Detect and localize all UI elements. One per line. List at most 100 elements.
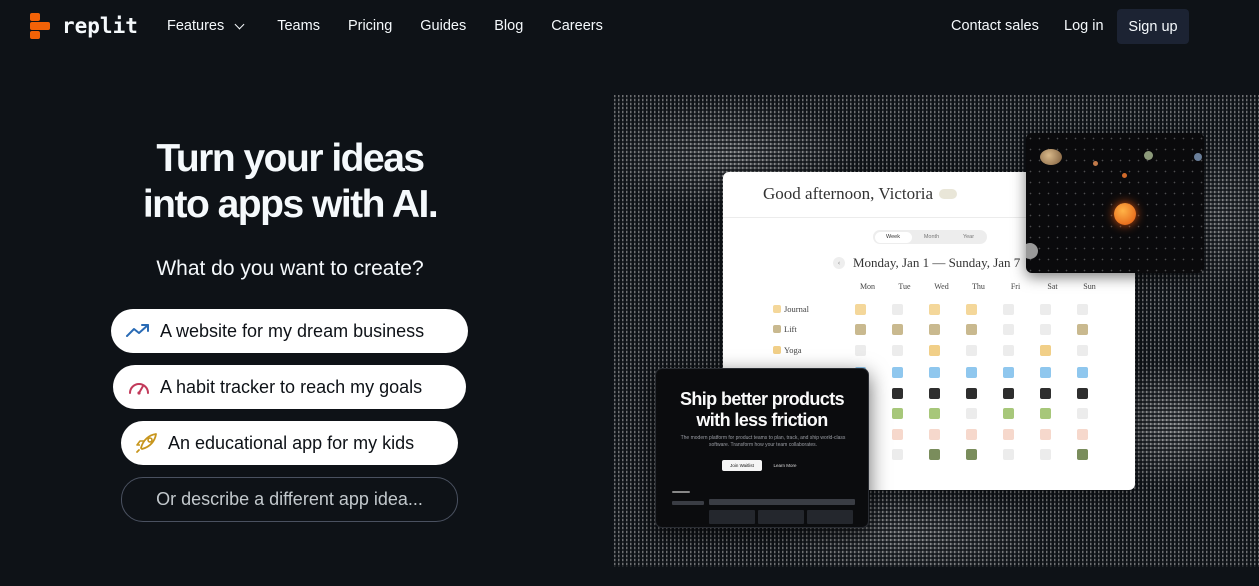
planet-icon	[1093, 161, 1098, 166]
planet-icon	[1144, 151, 1153, 160]
view-tab-month: Month	[923, 234, 940, 240]
habit-cell	[929, 388, 940, 399]
suggestion-educational-app[interactable]: An educational app for my kids	[121, 421, 458, 465]
habit-cell	[1003, 304, 1014, 315]
date-range: ‹ Monday, Jan 1 — Sunday, Jan 7	[833, 255, 1020, 271]
habit-yoga: Yoga	[773, 345, 802, 355]
hero-title-line2: into apps with AI.	[142, 183, 439, 226]
habit-journal-label: Journal	[784, 304, 810, 314]
habit-cell	[855, 345, 866, 356]
habit-cell	[966, 388, 977, 399]
describe-app-idea-button[interactable]: Or describe a different app idea...	[121, 477, 458, 522]
habit-cell	[892, 367, 903, 378]
nav-careers[interactable]: Careers	[551, 18, 603, 34]
weather-cloud-icon	[939, 184, 958, 199]
journal-icon	[773, 305, 781, 313]
habit-cell	[892, 388, 903, 399]
habit-cell	[1040, 345, 1051, 356]
habit-cell	[966, 408, 977, 419]
product-landing-preview: Ship better products with less friction …	[655, 368, 869, 528]
weekday-label: Sun	[1083, 282, 1096, 291]
habit-cell	[1077, 324, 1088, 335]
moon-icon	[1026, 243, 1038, 259]
habit-cell	[929, 345, 940, 356]
product-preview-description: The modern platform for product teams to…	[680, 435, 846, 448]
date-range-label: Monday, Jan 1 — Sunday, Jan 7	[853, 255, 1021, 270]
replit-logo[interactable]: replit	[30, 13, 138, 39]
contact-sales-link[interactable]: Contact sales	[951, 18, 1039, 34]
habit-cell	[1077, 367, 1088, 378]
dumbbell-icon	[773, 325, 781, 333]
habit-cell	[929, 449, 940, 460]
hero-title-line1: Turn your ideas	[156, 137, 425, 180]
habit-cell	[1077, 408, 1088, 419]
habit-yoga-label: Yoga	[784, 345, 802, 355]
hero-subtitle: What do you want to create?	[156, 257, 424, 280]
habit-cell	[1077, 345, 1088, 356]
habit-cell	[1077, 449, 1088, 460]
preview-card	[758, 510, 804, 524]
habit-cell	[966, 345, 977, 356]
habit-cell	[1040, 304, 1051, 315]
habit-cell	[929, 304, 940, 315]
preview-card	[807, 510, 853, 524]
product-preview-title-line1: Ship better products	[679, 389, 845, 409]
habit-cell	[929, 408, 940, 419]
trend-up-icon	[126, 324, 149, 337]
calendar-greeting: Good afternoon, Victoria	[763, 184, 958, 204]
nav-features[interactable]: Features	[167, 18, 245, 34]
habit-journal: Journal	[773, 304, 809, 314]
habit-lift-label: Lift	[784, 324, 797, 334]
habit-cell	[1077, 388, 1088, 399]
top-navigation: replit Features Teams Pricing Guides Blo…	[0, 0, 1259, 52]
suggestion-website-label: A website for my dream business	[160, 320, 425, 341]
nav-guides[interactable]: Guides	[420, 18, 466, 34]
nav-features-label: Features	[167, 18, 225, 34]
suggestion-website[interactable]: A website for my dream business	[111, 309, 468, 353]
habit-cell	[1040, 408, 1051, 419]
habit-cell	[1003, 345, 1014, 356]
nav-pricing[interactable]: Pricing	[348, 18, 392, 34]
weekday-header: Mon Tue Wed Thu Fri Sat Sun	[849, 282, 1108, 291]
habit-cell	[892, 324, 903, 335]
view-toggle: Week Month Year	[873, 230, 987, 244]
solar-system-preview	[1026, 133, 1204, 273]
weekday-label: Mon	[859, 282, 876, 291]
product-preview-title: Ship better products with less friction	[656, 389, 868, 431]
preview-card	[709, 510, 755, 524]
planet-icon	[1122, 173, 1127, 178]
preview-toolbar	[709, 499, 855, 505]
habit-cell	[892, 449, 903, 460]
habit-cell	[892, 345, 903, 356]
logo-wordmark: replit	[62, 14, 138, 38]
suggestion-habit-tracker[interactable]: A habit tracker to reach my goals	[113, 365, 466, 409]
product-preview-primary-button: Join Waitlist	[722, 460, 762, 471]
habit-cell	[1077, 429, 1088, 440]
habit-cell	[1040, 367, 1051, 378]
view-tab-week: Week	[874, 231, 912, 243]
signup-button[interactable]: Sign up	[1117, 9, 1189, 44]
nav-blog[interactable]: Blog	[494, 18, 523, 34]
habit-cell	[966, 324, 977, 335]
preview-sidebar-line	[672, 501, 704, 505]
habit-cell	[1077, 304, 1088, 315]
chevron-down-icon	[234, 19, 245, 29]
weekday-label: Tue	[898, 282, 911, 291]
habit-cell	[1003, 367, 1014, 378]
habit-cell	[1040, 429, 1051, 440]
saturn-planet-icon	[1040, 149, 1062, 165]
yoga-icon	[773, 346, 781, 354]
habit-cell	[1003, 408, 1014, 419]
weekday-label: Thu	[972, 282, 985, 291]
habit-cell	[892, 429, 903, 440]
habit-cell	[966, 429, 977, 440]
habit-lift: Lift	[773, 324, 797, 334]
gauge-icon	[129, 383, 149, 395]
habit-cell	[855, 304, 866, 315]
calendar-greeting-text: Good afternoon, Victoria	[763, 184, 934, 203]
habit-cell	[929, 324, 940, 335]
view-tab-year: Year	[962, 234, 975, 240]
nav-teams[interactable]: Teams	[277, 18, 320, 34]
login-link[interactable]: Log in	[1064, 18, 1104, 34]
habit-cell	[1003, 388, 1014, 399]
